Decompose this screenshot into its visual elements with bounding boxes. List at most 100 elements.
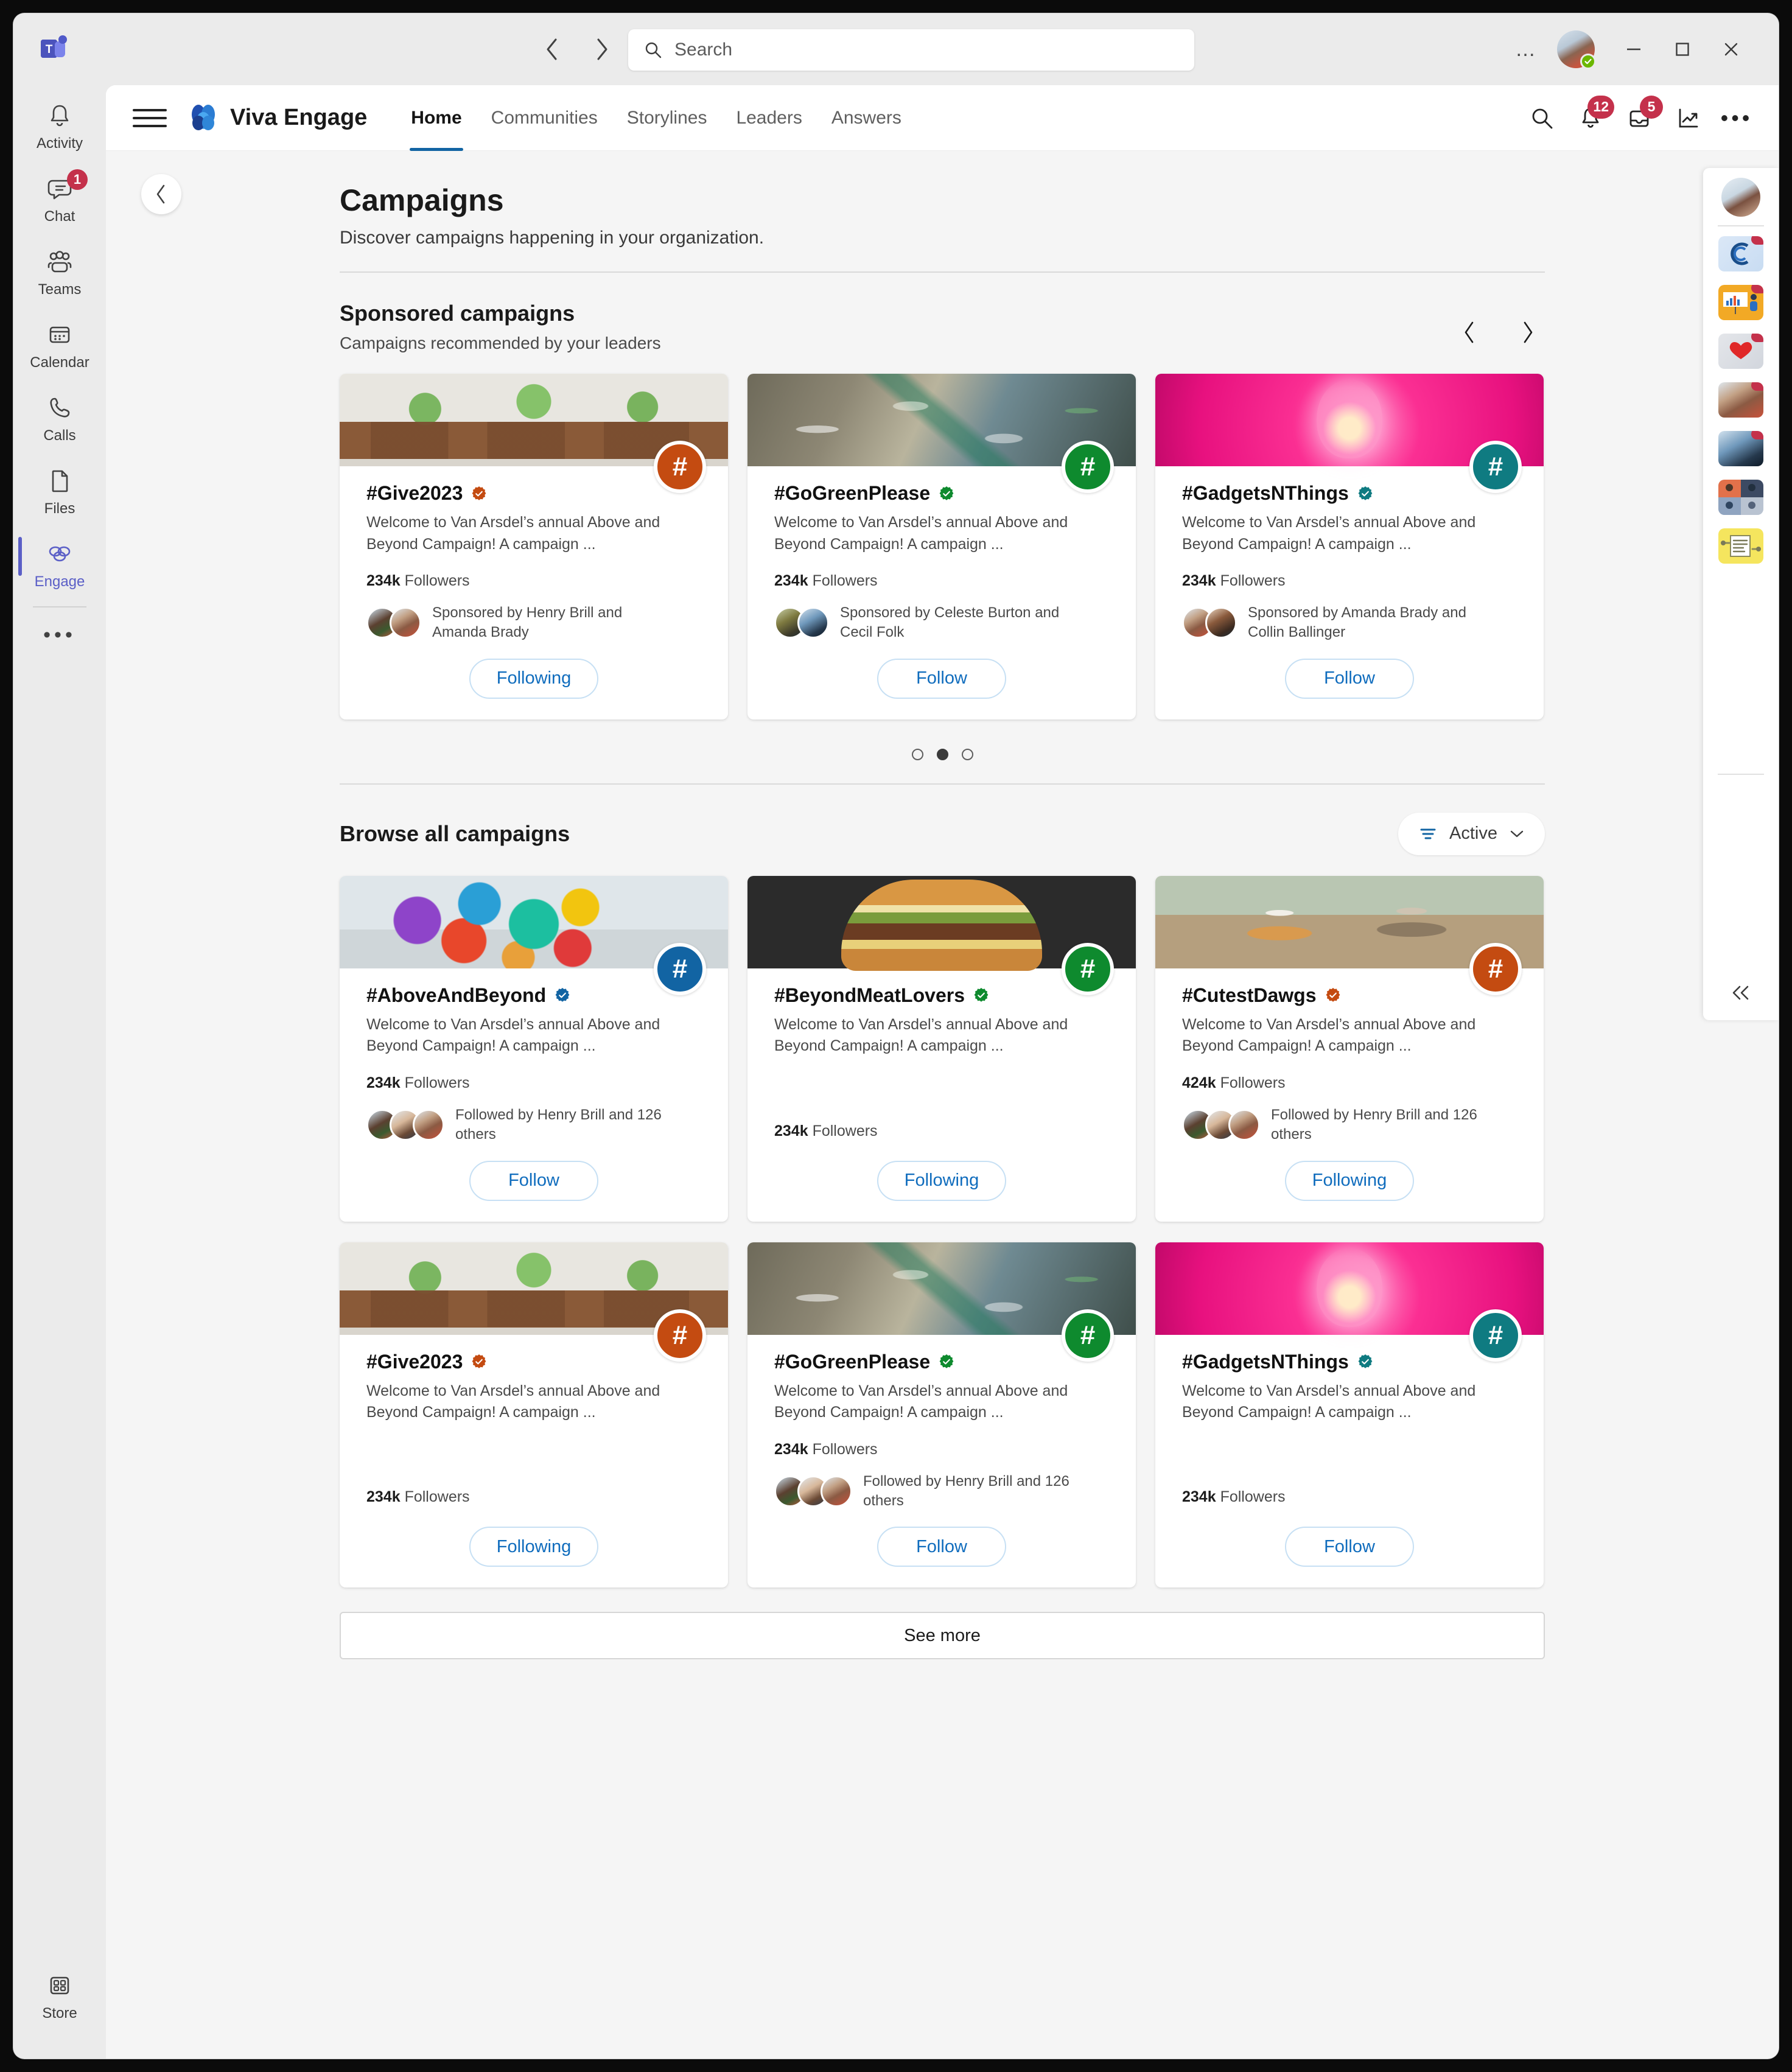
divider [340,271,1545,273]
follow-button[interactable]: Following [1285,1160,1414,1201]
verified-badge-icon [939,1354,954,1370]
campaign-card-gogreenplease-second[interactable]: # #GoGreenPlease Welcome to Van Arsdel’s… [747,1242,1136,1588]
maximize-button[interactable] [1658,27,1707,72]
followers-count: 424k [1182,1074,1216,1091]
sidebar-item-teams[interactable]: Teams [17,240,102,304]
close-button[interactable] [1707,27,1755,72]
follow-button[interactable]: Following [877,1160,1006,1201]
hamburger-icon[interactable] [133,101,167,135]
divider [1718,225,1764,226]
tab-storylines[interactable]: Storylines [612,85,722,151]
sidebar-item-label: Calls [43,427,76,444]
sidebar-item-activity[interactable]: Activity [17,94,102,158]
campaigns-page: Campaigns Discover campaigns happening i… [340,151,1545,1660]
person-app-icon-1[interactable] [1718,382,1763,418]
tab-communities[interactable]: Communities [477,85,612,151]
viva-engage-heart-app-icon[interactable] [1718,334,1763,369]
person-app-icon-2[interactable] [1718,431,1763,466]
section-title: Browse all campaigns [340,821,570,846]
sidebar-item-chat[interactable]: 1 Chat [17,167,102,231]
nav-tabs: Home Communities Storylines Leaders Answ… [396,85,916,151]
section-subtitle: Campaigns recommended by your leaders [340,334,661,352]
followers-label: Followers [404,1488,470,1506]
sidebar-item-engage[interactable]: Engage [17,532,102,597]
sidebar-item-calls[interactable]: Calls [17,386,102,450]
campaign-title: #Give2023 [366,482,463,504]
campaign-card-gadgetsnthings[interactable]: # #GadgetsNThings Welcome to Van Arsdel’… [1155,374,1544,719]
campaign-title: #BeyondMeatLovers [774,984,965,1006]
verified-badge-icon [1357,1354,1373,1370]
viva-engage-logo-icon [187,102,219,134]
carousel-dot[interactable] [911,748,923,760]
back-arrow-icon[interactable] [538,35,566,63]
meeting-grid-app-icon[interactable] [1718,480,1763,515]
carousel-dot-active[interactable] [936,748,948,760]
campaign-card-gogreenplease[interactable]: # #GoGreenPlease Welcome to Van Arsdel’s… [747,374,1136,719]
see-more-button[interactable]: See more [340,1612,1545,1660]
rail-more-apps-button[interactable]: ••• [43,612,76,658]
avatar [1205,607,1237,639]
follow-button[interactable]: Follow [1285,1527,1414,1567]
campaign-card-give2023[interactable]: # #Give2023 Welcome to Van Arsdel’s annu… [340,374,728,719]
followers-label: Followers [1220,1488,1286,1506]
engage-icon [46,539,74,569]
campaign-card-cutestdawgs[interactable]: # #CutestDawgs Welcome to Van Arsdel’s a… [1155,875,1544,1222]
campaign-card-beyondmeatlovers[interactable]: # #BeyondMeatLovers Welcome to Van Arsde… [747,875,1136,1222]
campaign-card-give2023-second[interactable]: # #Give2023 Welcome to Van Arsdel’s annu… [340,1242,728,1588]
follow-button[interactable]: Follow [877,658,1006,699]
follow-button[interactable]: Follow [1285,658,1414,699]
back-chevron-icon[interactable] [141,174,181,214]
follow-button[interactable]: Following [469,1527,598,1567]
viva-engage-app: Viva Engage Home Communities Storylines … [106,85,1779,2059]
sidebar-item-label: Calendar [30,354,89,371]
sidebar-item-files[interactable]: Files [17,459,102,523]
viva-connections-app-icon[interactable] [1718,236,1763,271]
follow-button[interactable]: Following [469,658,598,699]
analytics-trend-icon[interactable] [1667,97,1709,139]
followers-count: 234k [366,1488,401,1506]
chat-badge: 1 [67,169,88,190]
bell-icon [47,101,72,130]
sidebar-item-calendar[interactable]: Calendar [17,313,102,377]
inbox-icon[interactable]: 5 [1618,95,1663,139]
facepile [366,1109,444,1141]
tab-leaders[interactable]: Leaders [721,85,816,151]
followers-row: Followed by Henry Brill and 126 others [774,1472,1109,1511]
minimize-button[interactable] [1609,27,1658,72]
followers-count: 234k [366,572,401,589]
campaign-title: #GadgetsNThings [1182,482,1349,504]
carousel-arrows [1452,315,1545,353]
avatar[interactable] [1557,30,1596,69]
viva-insights-app-icon[interactable] [1718,285,1763,320]
more-options-icon[interactable]: ••• [1715,97,1758,139]
file-icon [48,466,71,495]
tab-answers[interactable]: Answers [817,85,916,151]
notes-app-icon[interactable] [1718,528,1763,564]
avatar [1228,1109,1260,1141]
campaign-description: Welcome to Van Arsdel’s annual Above and… [366,1382,660,1421]
campaign-card-gadgetsnthings-second[interactable]: # #GadgetsNThings Welcome to Van Arsdel’… [1155,1242,1544,1588]
chevron-left-icon[interactable] [1452,315,1486,349]
search-icon[interactable] [1521,97,1563,139]
forward-arrow-icon[interactable] [588,35,616,63]
collapse-chevrons-icon[interactable] [1729,984,1753,1002]
tab-home[interactable]: Home [396,85,476,151]
campaign-description: Welcome to Van Arsdel’s annual Above and… [774,514,1068,553]
follow-button[interactable]: Follow [469,1160,598,1201]
filter-dropdown[interactable]: Active [1398,812,1545,855]
carousel-dot[interactable] [961,748,973,760]
notifications-bell-icon[interactable]: 12 [1569,95,1614,139]
follow-button[interactable]: Follow [877,1527,1006,1567]
campaign-card-aboveandbeyond[interactable]: # #AboveAndBeyond Welcome to Van Arsdel’… [340,875,728,1222]
title-bar-right: … [1502,27,1755,72]
chevron-right-icon[interactable] [1511,315,1545,349]
unread-badge [1751,382,1763,391]
followers-label: Followers [812,1440,878,1458]
search-input[interactable]: Search [628,29,1194,71]
title-bar: T Search … [13,13,1779,85]
sidebar-item-store[interactable]: Store [17,1964,102,2050]
titlebar-overflow-button[interactable]: … [1502,27,1551,72]
sponsors-row: Sponsored by Henry Brill and Amanda Brad… [366,603,701,643]
sponsors-text: Sponsored by Celeste Burton and Cecil Fo… [840,604,1060,641]
avatar[interactable] [1721,178,1760,217]
